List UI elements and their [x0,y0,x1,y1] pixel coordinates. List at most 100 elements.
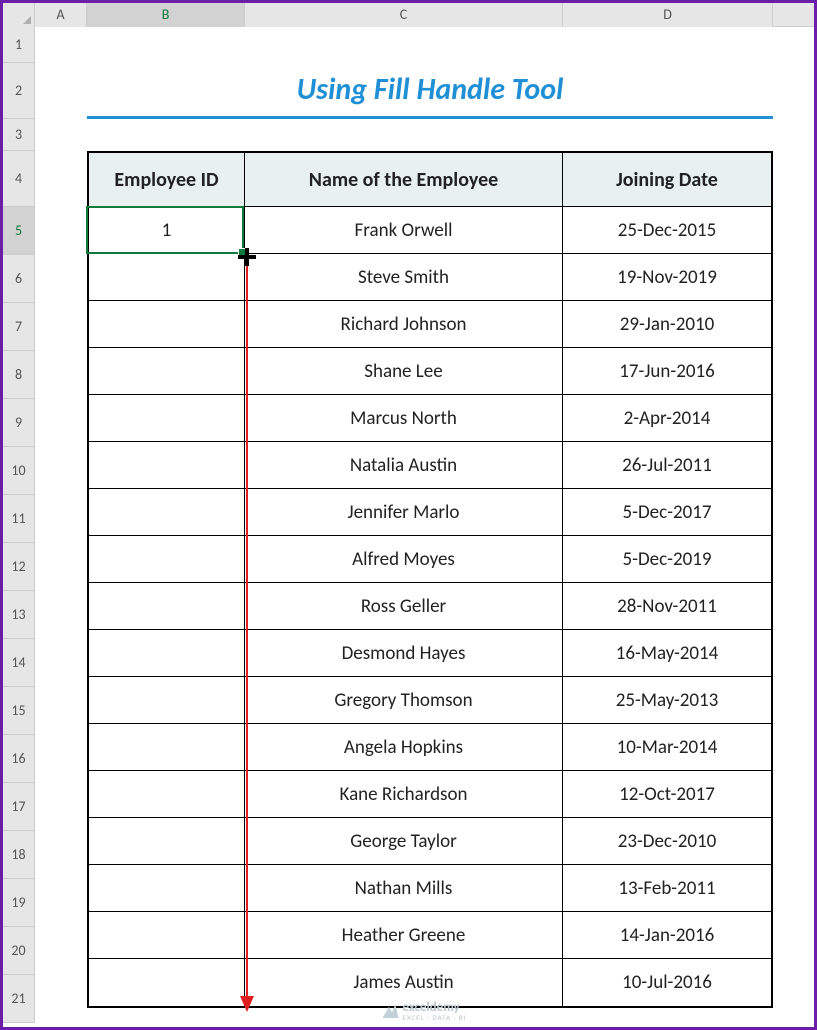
table-row: Nathan Mills 13-Feb-2011 [89,865,771,912]
row-header[interactable]: 13 [3,591,35,639]
header-joining-date[interactable]: Joining Date [563,153,771,206]
cell-id[interactable]: 1 [89,207,245,253]
cell-date[interactable]: 5-Dec-2019 [563,536,771,582]
col-header-a[interactable]: A [35,3,87,27]
cell-name[interactable]: Kane Richardson [245,771,563,817]
cell-date[interactable]: 17-Jun-2016 [563,348,771,394]
cell-name[interactable]: Gregory Thomson [245,677,563,723]
row-header[interactable]: 8 [3,351,35,399]
row-header[interactable]: 2 [3,63,35,119]
cell-name[interactable]: Richard Johnson [245,301,563,347]
cell-name[interactable]: Alfred Moyes [245,536,563,582]
table-row: George Taylor 23-Dec-2010 [89,818,771,865]
table-row: 1 Frank Orwell 25-Dec-2015 [89,207,771,254]
cell-id[interactable] [89,254,245,300]
cell-id[interactable] [89,348,245,394]
cell-date[interactable]: 13-Feb-2011 [563,865,771,911]
cell-id[interactable] [89,865,245,911]
row-header[interactable]: 9 [3,399,35,447]
row-header[interactable]: 11 [3,495,35,543]
row-header[interactable]: 15 [3,687,35,735]
spreadsheet: A B C D 1 2 3 4 5 6 7 8 9 10 11 12 13 14… [3,3,814,1027]
cell-id[interactable] [89,395,245,441]
table-row: Kane Richardson 12-Oct-2017 [89,771,771,818]
cell-name[interactable]: Shane Lee [245,348,563,394]
col-header-b[interactable]: B [87,3,245,27]
select-all-corner[interactable] [3,3,35,27]
cell-date[interactable]: 19-Nov-2019 [563,254,771,300]
cell-date[interactable]: 25-May-2013 [563,677,771,723]
row-header[interactable]: 3 [3,119,35,151]
cell-name[interactable]: Frank Orwell [245,207,563,253]
row-header[interactable]: 21 [3,975,35,1023]
cell-date[interactable]: 12-Oct-2017 [563,771,771,817]
cell-name[interactable]: Steve Smith [245,254,563,300]
row-header[interactable]: 19 [3,879,35,927]
table-row: Heather Greene 14-Jan-2016 [89,912,771,959]
table-header-row: Employee ID Name of the Employee Joining… [89,153,771,207]
cell-name[interactable]: Desmond Hayes [245,630,563,676]
table-row: Desmond Hayes 16-May-2014 [89,630,771,677]
row-header[interactable]: 17 [3,783,35,831]
table-row: Natalia Austin 26-Jul-2011 [89,442,771,489]
column-headers: A B C D [3,3,814,27]
row-header[interactable]: 4 [3,151,35,207]
row-header[interactable]: 6 [3,255,35,303]
fill-handle-cursor-icon [238,248,256,266]
cell-date[interactable]: 10-Jul-2016 [563,959,771,1006]
cell-date[interactable]: 29-Jan-2010 [563,301,771,347]
cell-id[interactable] [89,630,245,676]
table-row: Angela Hopkins 10-Mar-2014 [89,724,771,771]
cell-name[interactable]: Marcus North [245,395,563,441]
cell-date[interactable]: 5-Dec-2017 [563,489,771,535]
row-header[interactable]: 18 [3,831,35,879]
col-header-c[interactable]: C [245,3,563,27]
row-header[interactable]: 7 [3,303,35,351]
cell-id[interactable] [89,677,245,723]
cell-date[interactable]: 23-Dec-2010 [563,818,771,864]
cell-date[interactable]: 26-Jul-2011 [563,442,771,488]
row-header[interactable]: 1 [3,27,35,63]
cell-date[interactable]: 14-Jan-2016 [563,912,771,958]
table-row: James Austin 10-Jul-2016 [89,959,771,1006]
cell-id[interactable] [89,771,245,817]
cell-date[interactable]: 16-May-2014 [563,630,771,676]
cell-date[interactable]: 25-Dec-2015 [563,207,771,253]
cell-id[interactable] [89,301,245,347]
cell-id[interactable] [89,912,245,958]
row-header[interactable]: 10 [3,447,35,495]
cell-id[interactable] [89,959,245,1006]
cell-name[interactable]: James Austin [245,959,563,1006]
cell-name[interactable]: Heather Greene [245,912,563,958]
cell-id[interactable] [89,442,245,488]
table-row: Richard Johnson 29-Jan-2010 [89,301,771,348]
cell-name[interactable]: Angela Hopkins [245,724,563,770]
cell-name[interactable]: George Taylor [245,818,563,864]
cell-id[interactable] [89,489,245,535]
row-header[interactable]: 5 [3,207,35,255]
row-header[interactable]: 20 [3,927,35,975]
col-header-d[interactable]: D [563,3,773,27]
table-row: Jennifer Marlo 5-Dec-2017 [89,489,771,536]
cell-name[interactable]: Nathan Mills [245,865,563,911]
cell-id[interactable] [89,536,245,582]
cell-date[interactable]: 28-Nov-2011 [563,583,771,629]
header-employee-id[interactable]: Employee ID [89,153,245,206]
cell-id[interactable] [89,583,245,629]
cell-name[interactable]: Jennifer Marlo [245,489,563,535]
cell-date[interactable]: 10-Mar-2014 [563,724,771,770]
cell-id[interactable] [89,724,245,770]
grid-body[interactable]: Using Fill Handle Tool Employee ID Name … [35,27,814,1027]
cell-date[interactable]: 2-Apr-2014 [563,395,771,441]
watermark-tagline: EXCEL · DATA · BI [402,1014,466,1021]
page-title: Using Fill Handle Tool [87,63,773,119]
row-header[interactable]: 12 [3,543,35,591]
row-header[interactable]: 14 [3,639,35,687]
table-row: Shane Lee 17-Jun-2016 [89,348,771,395]
cell-name[interactable]: Natalia Austin [245,442,563,488]
header-employee-name[interactable]: Name of the Employee [245,153,563,206]
cell-name[interactable]: Ross Geller [245,583,563,629]
table-row: Gregory Thomson 25-May-2013 [89,677,771,724]
row-header[interactable]: 16 [3,735,35,783]
cell-id[interactable] [89,818,245,864]
